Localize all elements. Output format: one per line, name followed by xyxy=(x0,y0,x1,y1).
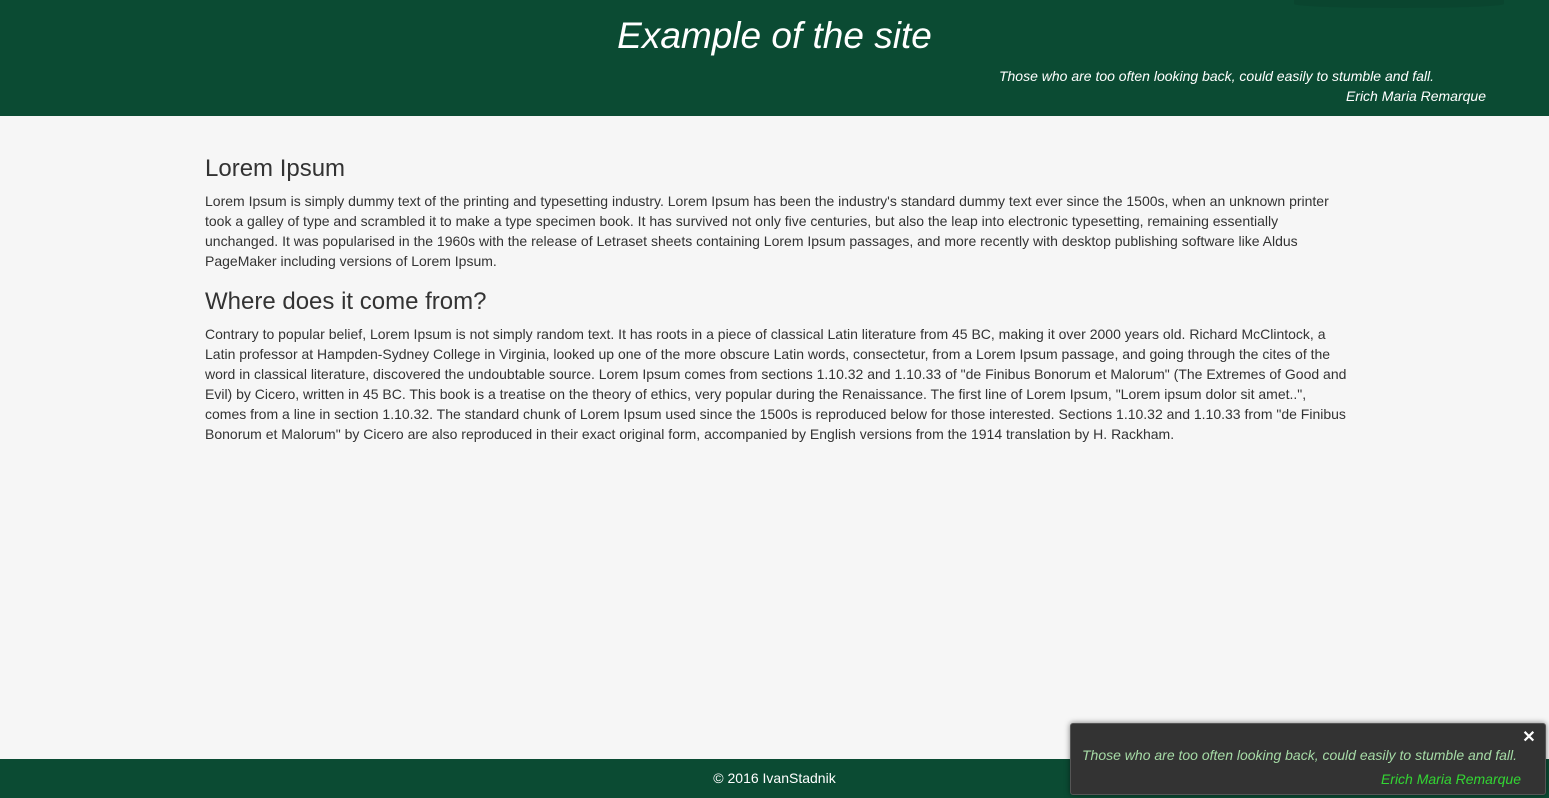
toast-quote-author: Erich Maria Remarque xyxy=(1380,771,1521,787)
close-icon[interactable]: ✕ xyxy=(1522,729,1536,747)
section-heading: Lorem Ipsum xyxy=(205,155,346,182)
section-heading: Where does it come from? xyxy=(205,288,487,315)
section-paragraph: Lorem Ipsum is simply dummy text of the … xyxy=(205,193,1329,269)
site-title: Example of the site xyxy=(617,15,932,56)
section-paragraph: Contrary to popular belief, Lorem Ipsum … xyxy=(205,326,1347,442)
header-quote-author: Erich Maria Remarque xyxy=(1345,88,1486,104)
header-shadow-decoration xyxy=(1294,0,1504,8)
section-lorem-ipsum: Lorem Ipsum Lorem Ipsum is simply dummy … xyxy=(205,154,1350,271)
toast-quote: Those who are too often looking back, co… xyxy=(1082,747,1518,763)
header-quote: Those who are too often looking back, co… xyxy=(998,68,1434,84)
section-where-does-it-come-from: Where does it come from? Contrary to pop… xyxy=(205,287,1350,444)
site-header: Example of the site Those who are too of… xyxy=(0,0,1549,116)
quote-toast-notification: ✕ Those who are too often looking back, … xyxy=(1070,723,1546,795)
main-content: Lorem Ipsum Lorem Ipsum is simply dummy … xyxy=(205,154,1350,460)
